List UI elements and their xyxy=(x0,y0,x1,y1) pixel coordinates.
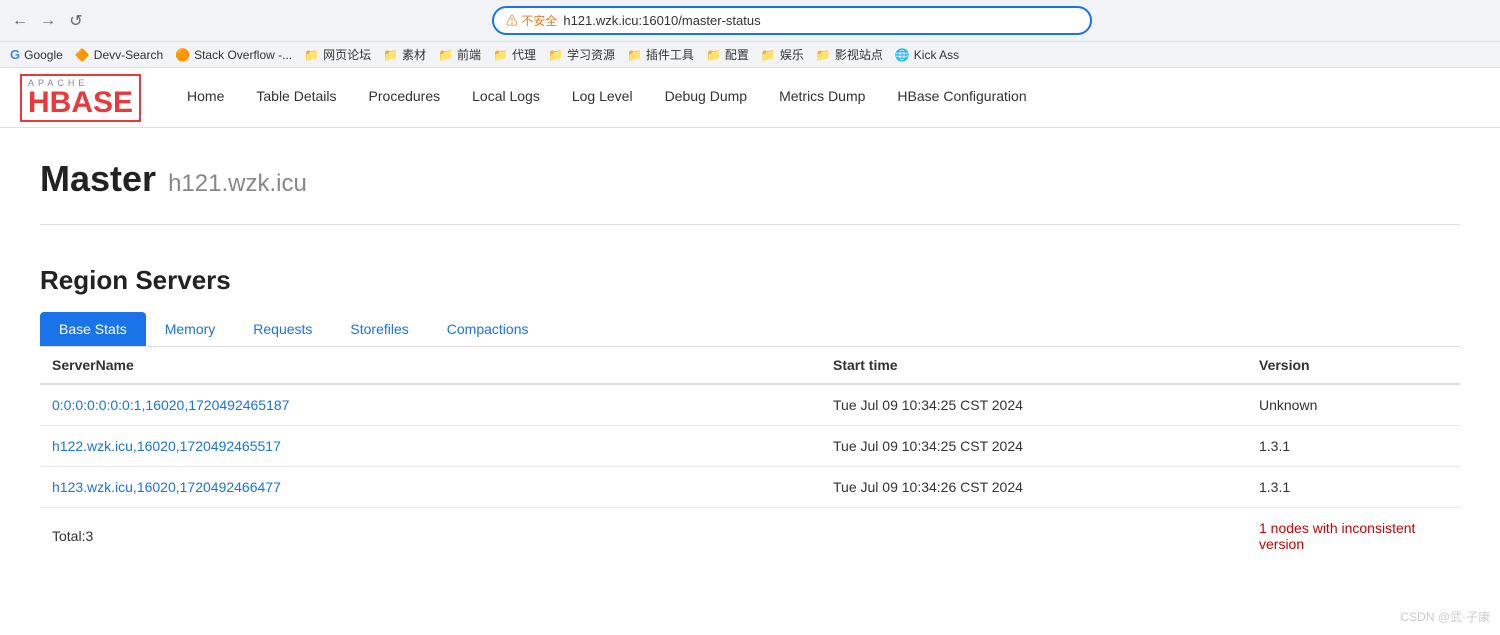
bookmark-label: 网页论坛 xyxy=(323,46,371,63)
folder-icon: 📁 xyxy=(706,48,721,62)
nav-debug-dump[interactable]: Debug Dump xyxy=(649,68,764,127)
server-name-link[interactable]: h123.wzk.icu,16020,1720492466477 xyxy=(52,479,281,495)
table-header-row: ServerName Start time Version xyxy=(40,347,1460,384)
folder-icon: 📁 xyxy=(438,48,453,62)
start-time-cell: Tue Jul 09 10:34:25 CST 2024 xyxy=(821,384,1247,426)
bookmark-label: Google xyxy=(24,48,63,62)
server-name-cell: 0:0:0:0:0:0:0:1,16020,1720492465187 xyxy=(40,384,821,426)
bookmarks-bar: G Google 🔶 Devv-Search 🟠 Stack Overflow … xyxy=(0,41,1500,67)
bookmark-video[interactable]: 📁 影视站点 xyxy=(816,46,883,63)
bookmark-kickass[interactable]: 🌐 Kick Ass xyxy=(895,48,959,62)
tab-base-stats[interactable]: Base Stats xyxy=(40,312,146,346)
tab-memory[interactable]: Memory xyxy=(146,312,235,346)
browser-toolbar: ← → ↺ ⚠ 不安全 xyxy=(0,0,1500,41)
total-row: Total:3 1 nodes with inconsistent versio… xyxy=(40,508,1460,565)
tab-compactions[interactable]: Compactions xyxy=(428,312,548,346)
table-row: 0:0:0:0:0:0:0:1,16020,1720492465187 Tue … xyxy=(40,384,1460,426)
bookmark-config[interactable]: 📁 配置 xyxy=(706,46,749,63)
security-warning: ⚠ 不安全 xyxy=(506,12,557,29)
bookmark-label: Stack Overflow -... xyxy=(194,48,292,62)
total-time xyxy=(821,508,1247,565)
server-name-cell: h123.wzk.icu,16020,1720492466477 xyxy=(40,467,821,508)
devv-icon: 🔶 xyxy=(75,48,90,62)
start-time-cell: Tue Jul 09 10:34:26 CST 2024 xyxy=(821,467,1247,508)
version-cell: 1.3.1 xyxy=(1247,426,1460,467)
nav-home[interactable]: Home xyxy=(171,68,240,127)
folder-icon: 📁 xyxy=(761,48,776,62)
bookmark-frontend[interactable]: 📁 前端 xyxy=(438,46,481,63)
bookmark-stackoverflow[interactable]: 🟠 Stack Overflow -... xyxy=(175,48,292,62)
folder-icon: 📁 xyxy=(816,48,831,62)
col-server-header: ServerName xyxy=(40,347,821,384)
version-cell: Unknown xyxy=(1247,384,1460,426)
folder-icon: 📁 xyxy=(548,48,563,62)
nav-procedures[interactable]: Procedures xyxy=(353,68,457,127)
folder-icon: 📁 xyxy=(383,48,398,62)
region-servers-tabs: Base Stats Memory Requests Storefiles Co… xyxy=(40,312,1460,347)
main-content: Master h121.wzk.icu Region Servers Base … xyxy=(0,128,1500,594)
bookmark-label: 娱乐 xyxy=(780,46,804,63)
nav-log-level[interactable]: Log Level xyxy=(556,68,649,127)
logo-hbase: HBASE xyxy=(28,88,133,118)
inconsistent-notice: 1 nodes with inconsistent version xyxy=(1247,508,1460,565)
region-servers-table: ServerName Start time Version 0:0:0:0:0:… xyxy=(40,347,1460,564)
reload-button[interactable]: ↺ xyxy=(66,11,86,31)
url-input[interactable] xyxy=(563,13,1078,28)
folder-icon: 📁 xyxy=(304,48,319,62)
bookmark-label: 插件工具 xyxy=(646,46,694,63)
folder-icon: 📁 xyxy=(493,48,508,62)
bookmark-webpage[interactable]: 📁 网页论坛 xyxy=(304,46,371,63)
version-cell: 1.3.1 xyxy=(1247,467,1460,508)
bookmark-label: 代理 xyxy=(512,46,536,63)
server-name-link[interactable]: 0:0:0:0:0:0:0:1,16020,1720492465187 xyxy=(52,397,289,413)
page-subtitle: h121.wzk.icu xyxy=(168,170,307,198)
bookmark-label: Kick Ass xyxy=(914,48,959,62)
bookmark-google[interactable]: G Google xyxy=(10,47,63,62)
title-row: Master h121.wzk.icu xyxy=(40,158,1460,225)
nav-menu: Home Table Details Procedures Local Logs… xyxy=(171,68,1043,127)
folder-icon: 📁 xyxy=(627,48,642,62)
kickass-icon: 🌐 xyxy=(895,48,910,62)
section-title: Region Servers xyxy=(40,265,1460,296)
tab-storefiles[interactable]: Storefiles xyxy=(331,312,427,346)
watermark: CSDN @武·子康 xyxy=(1400,608,1490,625)
server-name-link[interactable]: h122.wzk.icu,16020,1720492465517 xyxy=(52,438,281,454)
server-name-cell: h122.wzk.icu,16020,1720492465517 xyxy=(40,426,821,467)
nav-hbase-config[interactable]: HBase Configuration xyxy=(881,68,1042,127)
col-time-header: Start time xyxy=(821,347,1247,384)
google-icon: G xyxy=(10,47,20,62)
browser-chrome: ← → ↺ ⚠ 不安全 G Google 🔶 Devv-Search 🟠 Sta… xyxy=(0,0,1500,68)
hbase-header: APACHE HBASE Home Table Details Procedur… xyxy=(0,68,1500,128)
tab-requests[interactable]: Requests xyxy=(234,312,331,346)
nav-metrics-dump[interactable]: Metrics Dump xyxy=(763,68,881,127)
bookmark-label: Devv-Search xyxy=(94,48,163,62)
table-row: h123.wzk.icu,16020,1720492466477 Tue Jul… xyxy=(40,467,1460,508)
forward-button[interactable]: → xyxy=(38,11,58,31)
col-version-header: Version xyxy=(1247,347,1460,384)
nav-table-details[interactable]: Table Details xyxy=(240,68,352,127)
page-title: Master xyxy=(40,158,156,200)
bookmark-label: 影视站点 xyxy=(835,46,883,63)
bookmark-label: 前端 xyxy=(457,46,481,63)
bookmark-proxy[interactable]: 📁 代理 xyxy=(493,46,536,63)
bookmark-learn[interactable]: 📁 学习资源 xyxy=(548,46,615,63)
start-time-cell: Tue Jul 09 10:34:25 CST 2024 xyxy=(821,426,1247,467)
stackoverflow-icon: 🟠 xyxy=(175,48,190,62)
address-bar[interactable]: ⚠ 不安全 xyxy=(492,6,1092,35)
bookmark-entertainment[interactable]: 📁 娱乐 xyxy=(761,46,804,63)
bookmark-label: 配置 xyxy=(725,46,749,63)
bookmark-label: 素材 xyxy=(402,46,426,63)
bookmark-devv[interactable]: 🔶 Devv-Search xyxy=(75,48,163,62)
hbase-logo: APACHE HBASE xyxy=(20,74,141,122)
back-button[interactable]: ← xyxy=(10,11,30,31)
nav-local-logs[interactable]: Local Logs xyxy=(456,68,556,127)
bookmark-material[interactable]: 📁 素材 xyxy=(383,46,426,63)
bookmark-label: 学习资源 xyxy=(567,46,615,63)
bookmark-plugins[interactable]: 📁 插件工具 xyxy=(627,46,694,63)
total-label: Total:3 xyxy=(40,508,821,565)
table-row: h122.wzk.icu,16020,1720492465517 Tue Jul… xyxy=(40,426,1460,467)
